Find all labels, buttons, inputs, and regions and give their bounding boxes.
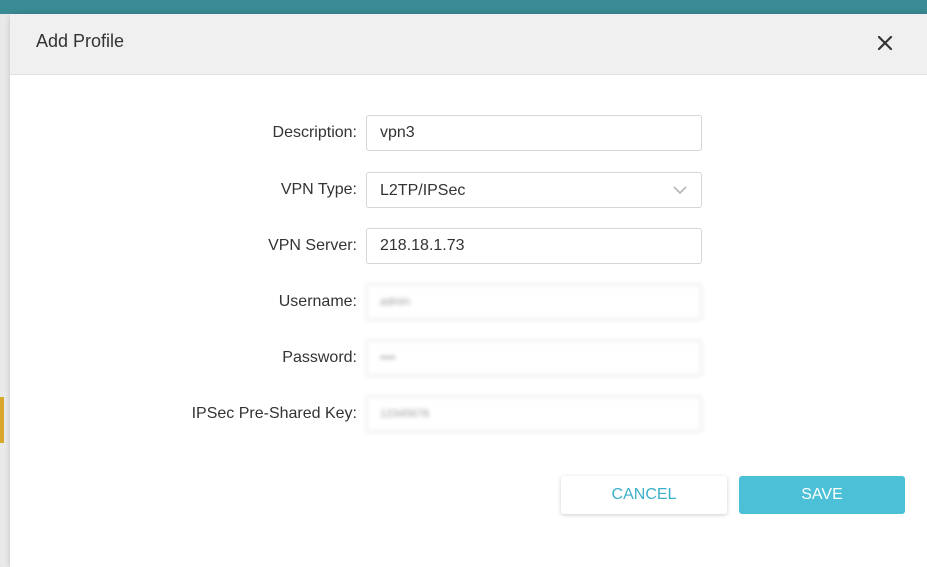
username-input[interactable] — [366, 284, 702, 320]
description-input[interactable] — [366, 115, 702, 151]
cancel-button[interactable]: CANCEL — [561, 476, 727, 514]
psk-label: IPSec Pre-Shared Key: — [191, 405, 357, 422]
vpn-server-input[interactable] — [366, 228, 702, 264]
password-row: Password: — [10, 340, 927, 378]
vpn-type-row: VPN Type: L2TP/IPSec — [10, 172, 927, 210]
dialog-title: Add Profile — [36, 31, 125, 51]
save-button[interactable]: SAVE — [739, 476, 905, 514]
password-input[interactable] — [366, 340, 702, 376]
description-label: Description: — [272, 124, 357, 141]
vpn-server-row: VPN Server: — [10, 228, 927, 266]
psk-row: IPSec Pre-Shared Key: — [10, 396, 927, 434]
backdrop-left-strip — [0, 14, 10, 567]
dialog-header: Add Profile — [10, 14, 927, 75]
backdrop-accent-marker — [0, 397, 4, 443]
add-profile-dialog: Add Profile Description: VPN Type: L2TP/… — [10, 14, 927, 567]
password-label: Password: — [282, 349, 357, 366]
description-row: Description: — [10, 115, 927, 153]
vpn-type-select[interactable]: L2TP/IPSec — [366, 172, 702, 208]
username-row: Username: — [10, 284, 927, 322]
username-label: Username: — [278, 293, 357, 310]
chevron-down-icon — [673, 186, 687, 195]
close-icon — [877, 35, 893, 51]
vpn-server-label: VPN Server: — [268, 237, 357, 254]
psk-input[interactable] — [366, 396, 702, 432]
vpn-type-label: VPN Type: — [280, 181, 357, 198]
backdrop-top-bar — [0, 0, 927, 14]
close-button[interactable] — [870, 28, 900, 58]
vpn-type-selected-value: L2TP/IPSec — [380, 182, 466, 199]
